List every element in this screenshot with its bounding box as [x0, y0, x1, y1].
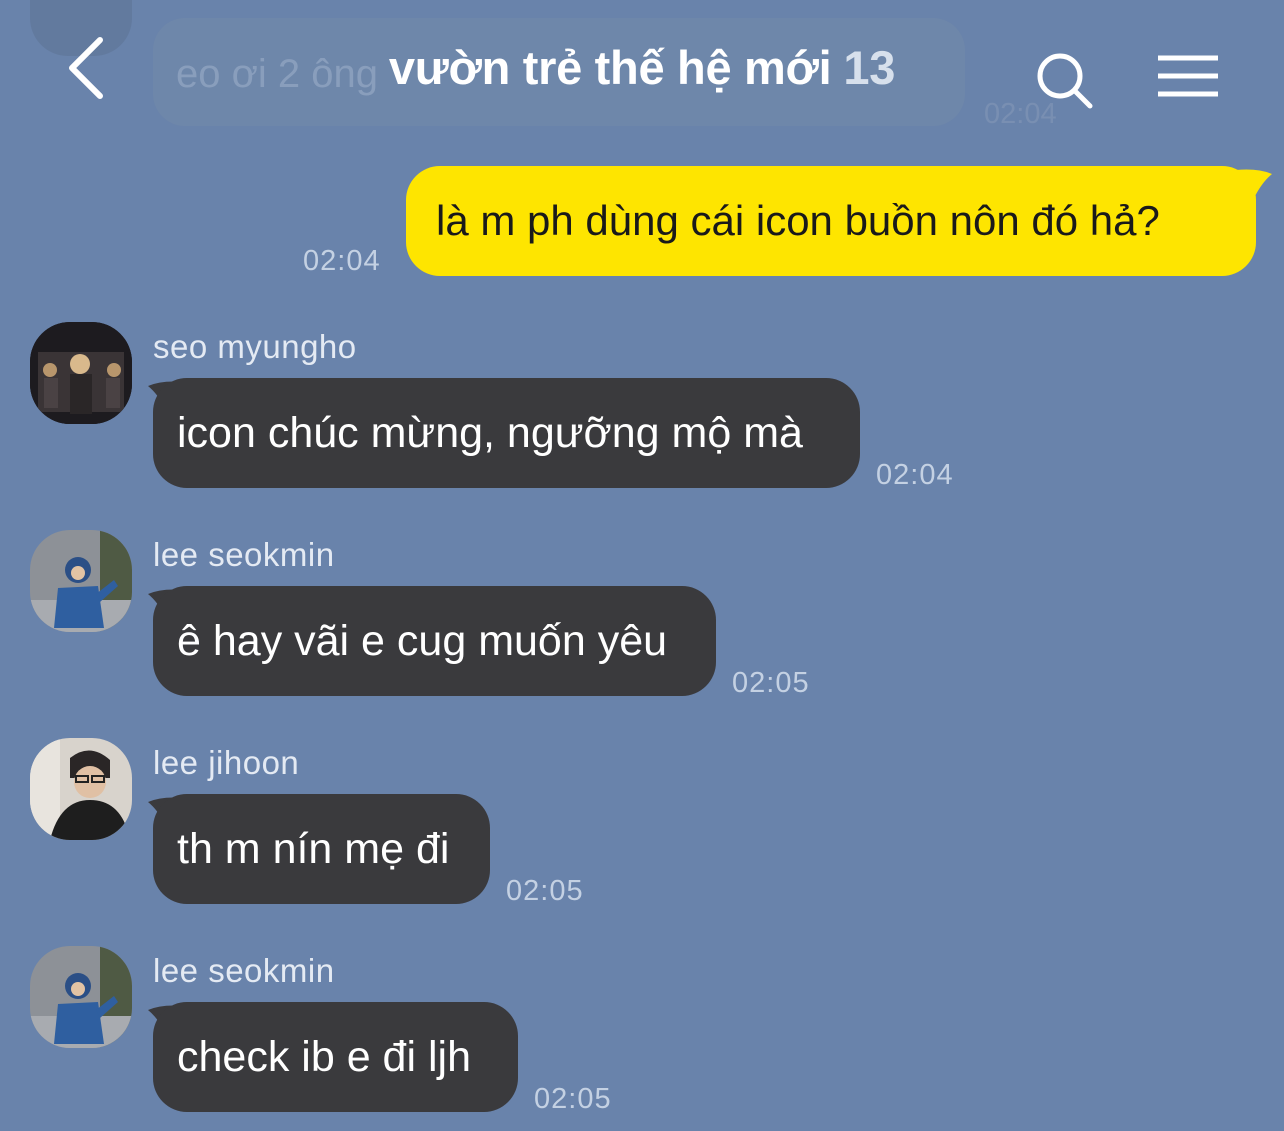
- sender-name: lee jihoon: [153, 744, 300, 781]
- message-bubble[interactable]: check ib e đi ljh: [153, 1002, 518, 1112]
- my-message-bubble[interactable]: là m ph dùng cái icon buồn nôn đó hả?: [406, 166, 1256, 276]
- chat-name: vườn trẻ thế hệ mới: [388, 41, 832, 94]
- message-time: 02:05: [506, 875, 584, 907]
- hamburger-menu-icon: [1158, 55, 1218, 97]
- my-message-time: 02:04: [303, 245, 381, 277]
- message-bubble[interactable]: th m nín mẹ đi: [153, 794, 490, 904]
- chat-header: vườn trẻ thế hệ mới 13: [0, 0, 1284, 140]
- avatar-seo-myungho[interactable]: [30, 322, 132, 424]
- menu-button[interactable]: [1150, 48, 1226, 104]
- member-count: 13: [843, 41, 896, 94]
- message-time: 02:05: [534, 1083, 612, 1115]
- search-button[interactable]: [1030, 48, 1100, 114]
- message-time: 02:05: [732, 667, 810, 699]
- avatar-lee-jihoon[interactable]: [30, 738, 132, 840]
- my-message-tail: [1236, 169, 1272, 198]
- message-bubble[interactable]: icon chúc mừng, ngưỡng mộ mà: [153, 378, 860, 488]
- avatar-lee-seokmin[interactable]: [30, 946, 132, 1048]
- sender-name: lee seokmin: [153, 952, 335, 989]
- search-icon: [1037, 53, 1093, 109]
- message-time: 02:04: [876, 459, 954, 491]
- avatar-lee-seokmin[interactable]: [30, 530, 132, 632]
- sender-name: lee seokmin: [153, 536, 335, 573]
- sender-name: seo myungho: [153, 328, 357, 365]
- message-bubble[interactable]: ê hay vãi e cug muốn yêu: [153, 586, 716, 696]
